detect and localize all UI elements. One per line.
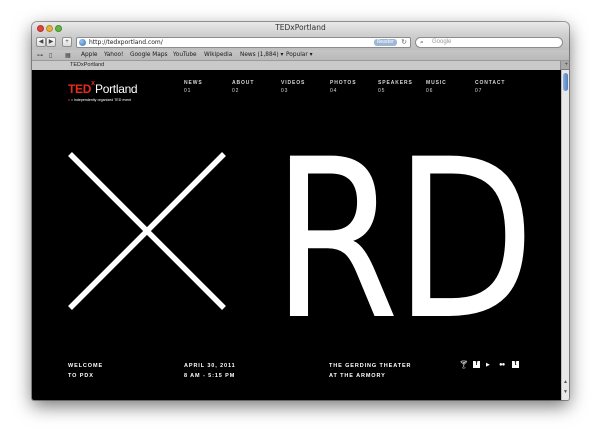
bookmark-youtube[interactable]: YouTube [173, 52, 197, 58]
flickr-icon[interactable]: ●● [499, 360, 505, 370]
bookmark-apple[interactable]: Apple [81, 52, 98, 58]
venue-line-1: THE GERDING THEATER [329, 363, 412, 369]
footer-date: APRIL 30, 2011 8 AM - 5:15 PM [184, 361, 236, 381]
nav-item-news[interactable]: NEWS 01 [184, 80, 228, 94]
logo-ted: TED [68, 82, 92, 96]
title-bar: TEDxPortland [32, 22, 569, 35]
nav-item-about[interactable]: ABOUT 02 [232, 80, 276, 94]
bookmark-google-maps[interactable]: Google Maps [130, 52, 168, 58]
back-button[interactable]: ◀ [36, 37, 46, 47]
nav-item-music[interactable]: MUSIC 06 [426, 80, 470, 94]
search-input[interactable]: ⌕ Google [415, 37, 563, 48]
new-tab-icon[interactable]: + [564, 61, 568, 70]
bookmark-yahoo[interactable]: Yahoo! [104, 52, 123, 58]
browser-window: TEDxPortland ◀ ▶ + http://tedxportland.c… [32, 22, 569, 400]
tedx-logo[interactable]: TEDxPortland x = independently organized… [68, 80, 138, 102]
welcome-line-2: TO PDX [68, 373, 94, 379]
scroll-down-icon[interactable]: ▼ [563, 389, 568, 395]
bookmark-popular[interactable]: Popular ▾ [286, 52, 313, 58]
address-bar[interactable]: http://tedxportland.com/ Reader ↻ [76, 37, 411, 48]
tumblr-icon[interactable]: t [512, 361, 519, 368]
refresh-icon[interactable]: ↻ [401, 38, 407, 47]
logo-city: Portland [95, 82, 138, 96]
nav-number: 06 [426, 88, 434, 94]
nav-number: 07 [475, 88, 483, 94]
nav-label: VIDEOS [281, 80, 306, 86]
bookmark-wikipedia[interactable]: Wikipedia [204, 52, 232, 58]
nav-number: 01 [184, 88, 192, 94]
martini-icon[interactable]: 🍸︎ [459, 360, 469, 370]
scroll-up-icon[interactable]: ▲ [563, 379, 568, 385]
page-scrollbar[interactable]: ▲ ▼ [561, 70, 569, 400]
youtube-icon[interactable]: ▶ [486, 360, 490, 370]
forward-button[interactable]: ▶ [46, 37, 56, 47]
nav-item-speakers[interactable]: SPEAKERS 05 [378, 80, 422, 94]
date-line-2: 8 AM - 5:15 PM [184, 373, 236, 379]
nav-label: CONTACT [475, 80, 506, 86]
page-content: TEDxPortland x = independently organized… [32, 70, 561, 400]
bookmarks-bar: ⊶ ▯ ▦ Apple Yahoo! Google Maps YouTube W… [32, 50, 569, 61]
footer-welcome: WELCOME TO PDX [68, 361, 103, 381]
add-bookmark-button[interactable]: + [62, 37, 72, 47]
nav-number: 02 [232, 88, 240, 94]
nav-number: 03 [281, 88, 289, 94]
venue-line-2: AT THE ARMORY [329, 373, 386, 379]
url-text: http://tedxportland.com/ [89, 39, 163, 46]
back-arrow-icon: ◀ [38, 39, 44, 45]
logo-wordmark: TEDxPortland [68, 80, 138, 98]
nav-item-photos[interactable]: PHOTOS 04 [330, 80, 374, 94]
bookmarks-icon[interactable]: ▯ [49, 52, 52, 59]
tab-bar: TEDxPortland + [32, 61, 569, 70]
window-title: TEDxPortland [275, 23, 326, 32]
facebook-icon[interactable]: f [473, 361, 480, 368]
reader-button[interactable]: Reader [374, 39, 397, 46]
logo-tag-text: = independently organized TED event [70, 98, 132, 102]
plus-icon: + [65, 39, 69, 45]
nav-label: MUSIC [426, 80, 447, 86]
search-placeholder: Google [432, 39, 452, 45]
browser-toolbar: ◀ ▶ + http://tedxportland.com/ Reader ↻ … [32, 35, 569, 50]
hero-text: RD [272, 112, 535, 368]
nav-item-videos[interactable]: VIDEOS 03 [281, 80, 325, 94]
top-sites-icon[interactable]: ▦ [65, 52, 71, 59]
bookmark-news[interactable]: News (1,884) ▾ [240, 52, 283, 58]
date-line-1: APRIL 30, 2011 [184, 363, 236, 369]
nav-item-contact[interactable]: CONTACT 07 [475, 80, 519, 94]
scroll-thumb[interactable] [563, 73, 568, 91]
nav-label: PHOTOS [330, 80, 357, 86]
logo-tagline: x = independently organized TED event [68, 98, 137, 102]
search-icon: ⌕ [420, 39, 424, 46]
nav-label: NEWS [184, 80, 203, 86]
tab-tedxportland[interactable]: TEDxPortland [32, 61, 561, 70]
forward-arrow-icon: ▶ [48, 39, 54, 45]
footer-venue: THE GERDING THEATER AT THE ARMORY [329, 361, 411, 381]
hero-x-mark [68, 152, 226, 310]
globe-icon [79, 39, 86, 46]
nav-number: 04 [330, 88, 338, 94]
nav-label: ABOUT [232, 80, 255, 86]
reading-list-icon[interactable]: ⊶ [37, 52, 43, 59]
nav-number: 05 [378, 88, 386, 94]
nav-label: SPEAKERS [378, 80, 413, 86]
welcome-line-1: WELCOME [68, 363, 104, 369]
tab-title: TEDxPortland [70, 62, 105, 68]
